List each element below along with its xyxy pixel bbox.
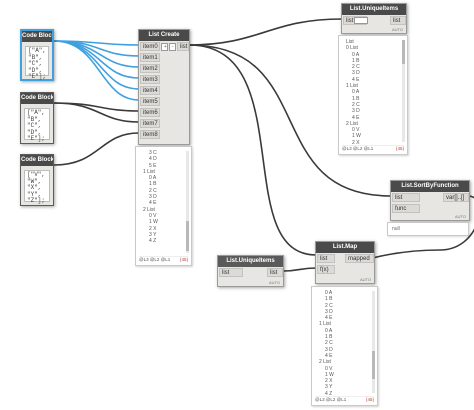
add-input-button[interactable]: + bbox=[161, 43, 168, 51]
lacing-auto-label: AUTO bbox=[391, 27, 403, 32]
wire-cb2-item6 bbox=[53, 102, 140, 112]
code-editor[interactable]: ["V", "W", "X", "Y", "Z"]; bbox=[24, 170, 50, 204]
unique-items-top-preview[interactable]: List 0 List 0 A1 B2 C3 D4 E1 List 0 A1 B2 C… bbox=[338, 35, 408, 155]
code-editor[interactable]: ["A", "B", "C", "D", "E"]; bbox=[25, 46, 49, 80]
sort-by-function-preview[interactable]: null bbox=[387, 222, 469, 236]
wire-listcreate-unique-top bbox=[188, 18, 343, 46]
list-map-node[interactable]: List.Map list f(x) mapped AUTO bbox=[315, 241, 375, 284]
wire-unique-bottom-map bbox=[282, 267, 317, 272]
list-levels[interactable]: @L3 @L2 @L1 bbox=[139, 257, 170, 262]
wire-cb1-item4 bbox=[53, 40, 140, 90]
output-port-mapped[interactable]: mapped bbox=[345, 254, 374, 263]
item-count: {45} bbox=[395, 146, 404, 151]
unique-items-node-bottom[interactable]: List.UniqueItems list list AUTO bbox=[217, 255, 284, 287]
sort-by-function-title: List.SortByFunction bbox=[391, 181, 469, 192]
lacing-chip[interactable] bbox=[354, 17, 368, 24]
list-create-node[interactable]: List Create item0 + - list item1 item2 i… bbox=[138, 29, 190, 145]
input-port-list[interactable]: list bbox=[392, 193, 420, 202]
code-block-title: Code Block bbox=[21, 155, 53, 166]
wire-cb2-item7 bbox=[53, 102, 140, 123]
preview-footer: @L3 @L2 @L1 {45} bbox=[315, 396, 374, 404]
unique-items-title: List.UniqueItems bbox=[218, 256, 283, 267]
input-port-item4[interactable]: item4 bbox=[140, 86, 160, 95]
preview-footer: @L3 @L2 @L1 {45} bbox=[139, 256, 188, 264]
item-count: {45} bbox=[179, 257, 188, 262]
code-editor[interactable]: ["A", "B", "C", "D", "E"]; bbox=[24, 108, 50, 142]
unique-items-node-top[interactable]: List.UniqueItems list list AUTO bbox=[341, 3, 407, 34]
wire-listcreate-map bbox=[188, 44, 317, 256]
code-block-node-2[interactable]: Code Block ["A", "B", "C", "D", "E"]; bbox=[20, 92, 54, 144]
input-port-item0[interactable]: item0 bbox=[140, 42, 160, 51]
preview-item: 2 X bbox=[352, 139, 360, 144]
list-create-title: List Create bbox=[139, 30, 189, 41]
lacing-auto-label: AUTO bbox=[454, 214, 466, 219]
code-block-title: Code Block bbox=[21, 93, 53, 104]
lacing-auto-label: AUTO bbox=[268, 280, 280, 285]
preview-list: 3 C4 D5 E1 List 0 A1 B2 C3 D4 E2 List 0 V1… bbox=[140, 150, 181, 255]
code-block-node-3[interactable]: Code Block ["V", "W", "X", "Y", "Z"]; bbox=[20, 154, 54, 206]
lacing-auto-label: AUTO bbox=[359, 277, 371, 282]
output-port-list[interactable]: list bbox=[267, 268, 283, 277]
input-port-list[interactable]: list bbox=[219, 268, 243, 277]
wire-cb1-item5 bbox=[53, 40, 140, 101]
preview-item: 4 Z bbox=[149, 238, 157, 245]
item-count: {45} bbox=[365, 397, 374, 402]
preview-item: 4 Z bbox=[325, 390, 333, 395]
list-levels[interactable]: @L3 @L2 @L1 bbox=[315, 397, 346, 402]
wire-cb1-item0 bbox=[53, 40, 140, 46]
output-port-list[interactable]: list bbox=[177, 42, 189, 51]
input-port-func[interactable]: func bbox=[392, 204, 420, 213]
wire-cb1-item2 bbox=[53, 40, 140, 68]
preview-scrollbar[interactable] bbox=[402, 40, 405, 142]
input-port-item2[interactable]: item2 bbox=[140, 64, 160, 73]
remove-input-button[interactable]: - bbox=[169, 43, 176, 51]
wire-cb3-item8 bbox=[53, 132, 140, 166]
output-port-var[interactable]: var[]..[] bbox=[443, 193, 469, 202]
input-port-item3[interactable]: item3 bbox=[140, 75, 160, 84]
input-port-item1[interactable]: item1 bbox=[140, 53, 160, 62]
preview-scrollbar[interactable] bbox=[372, 291, 375, 393]
preview-list: List 0 List 0 A1 B2 C3 D4 E1 List 0 A1 B2 C… bbox=[343, 39, 397, 144]
list-map-title: List.Map bbox=[316, 242, 374, 253]
input-port-list[interactable]: list bbox=[317, 254, 335, 263]
preview-footer: @L3 @L2 @L1 {45} bbox=[342, 145, 404, 153]
input-port-item8[interactable]: item8 bbox=[140, 130, 160, 139]
code-block-node-1[interactable]: Code Block ["A", "B", "C", "D", "E"]; bbox=[20, 29, 54, 81]
input-port-item7[interactable]: item7 bbox=[140, 119, 160, 128]
input-port-item6[interactable]: item6 bbox=[140, 108, 160, 117]
wire-cb1-item1 bbox=[53, 40, 140, 57]
unique-items-title: List.UniqueItems bbox=[342, 4, 406, 15]
list-create-preview[interactable]: 3 C4 D5 E1 List 0 A1 B2 C3 D4 E2 List 0 V1… bbox=[135, 146, 192, 266]
list-levels[interactable]: @L3 @L2 @L1 bbox=[342, 146, 373, 151]
input-port-fx[interactable]: f(x) bbox=[317, 265, 335, 274]
preview-list: 0 A1 B2 C3 D4 E1 List 0 A1 B2 C3 D4 E2 Li… bbox=[316, 290, 367, 395]
wire-cb1-item3 bbox=[53, 40, 140, 79]
list-map-preview[interactable]: 0 A1 B2 C3 D4 E1 List 0 A1 B2 C3 D4 E2 Li… bbox=[311, 286, 378, 406]
output-port-list[interactable]: list bbox=[390, 16, 406, 25]
sort-by-function-node[interactable]: List.SortByFunction list func var[]..[] … bbox=[390, 180, 470, 221]
input-port-item5[interactable]: item5 bbox=[140, 97, 160, 106]
preview-scrollbar[interactable] bbox=[186, 151, 189, 253]
code-block-title: Code Block bbox=[22, 31, 52, 42]
